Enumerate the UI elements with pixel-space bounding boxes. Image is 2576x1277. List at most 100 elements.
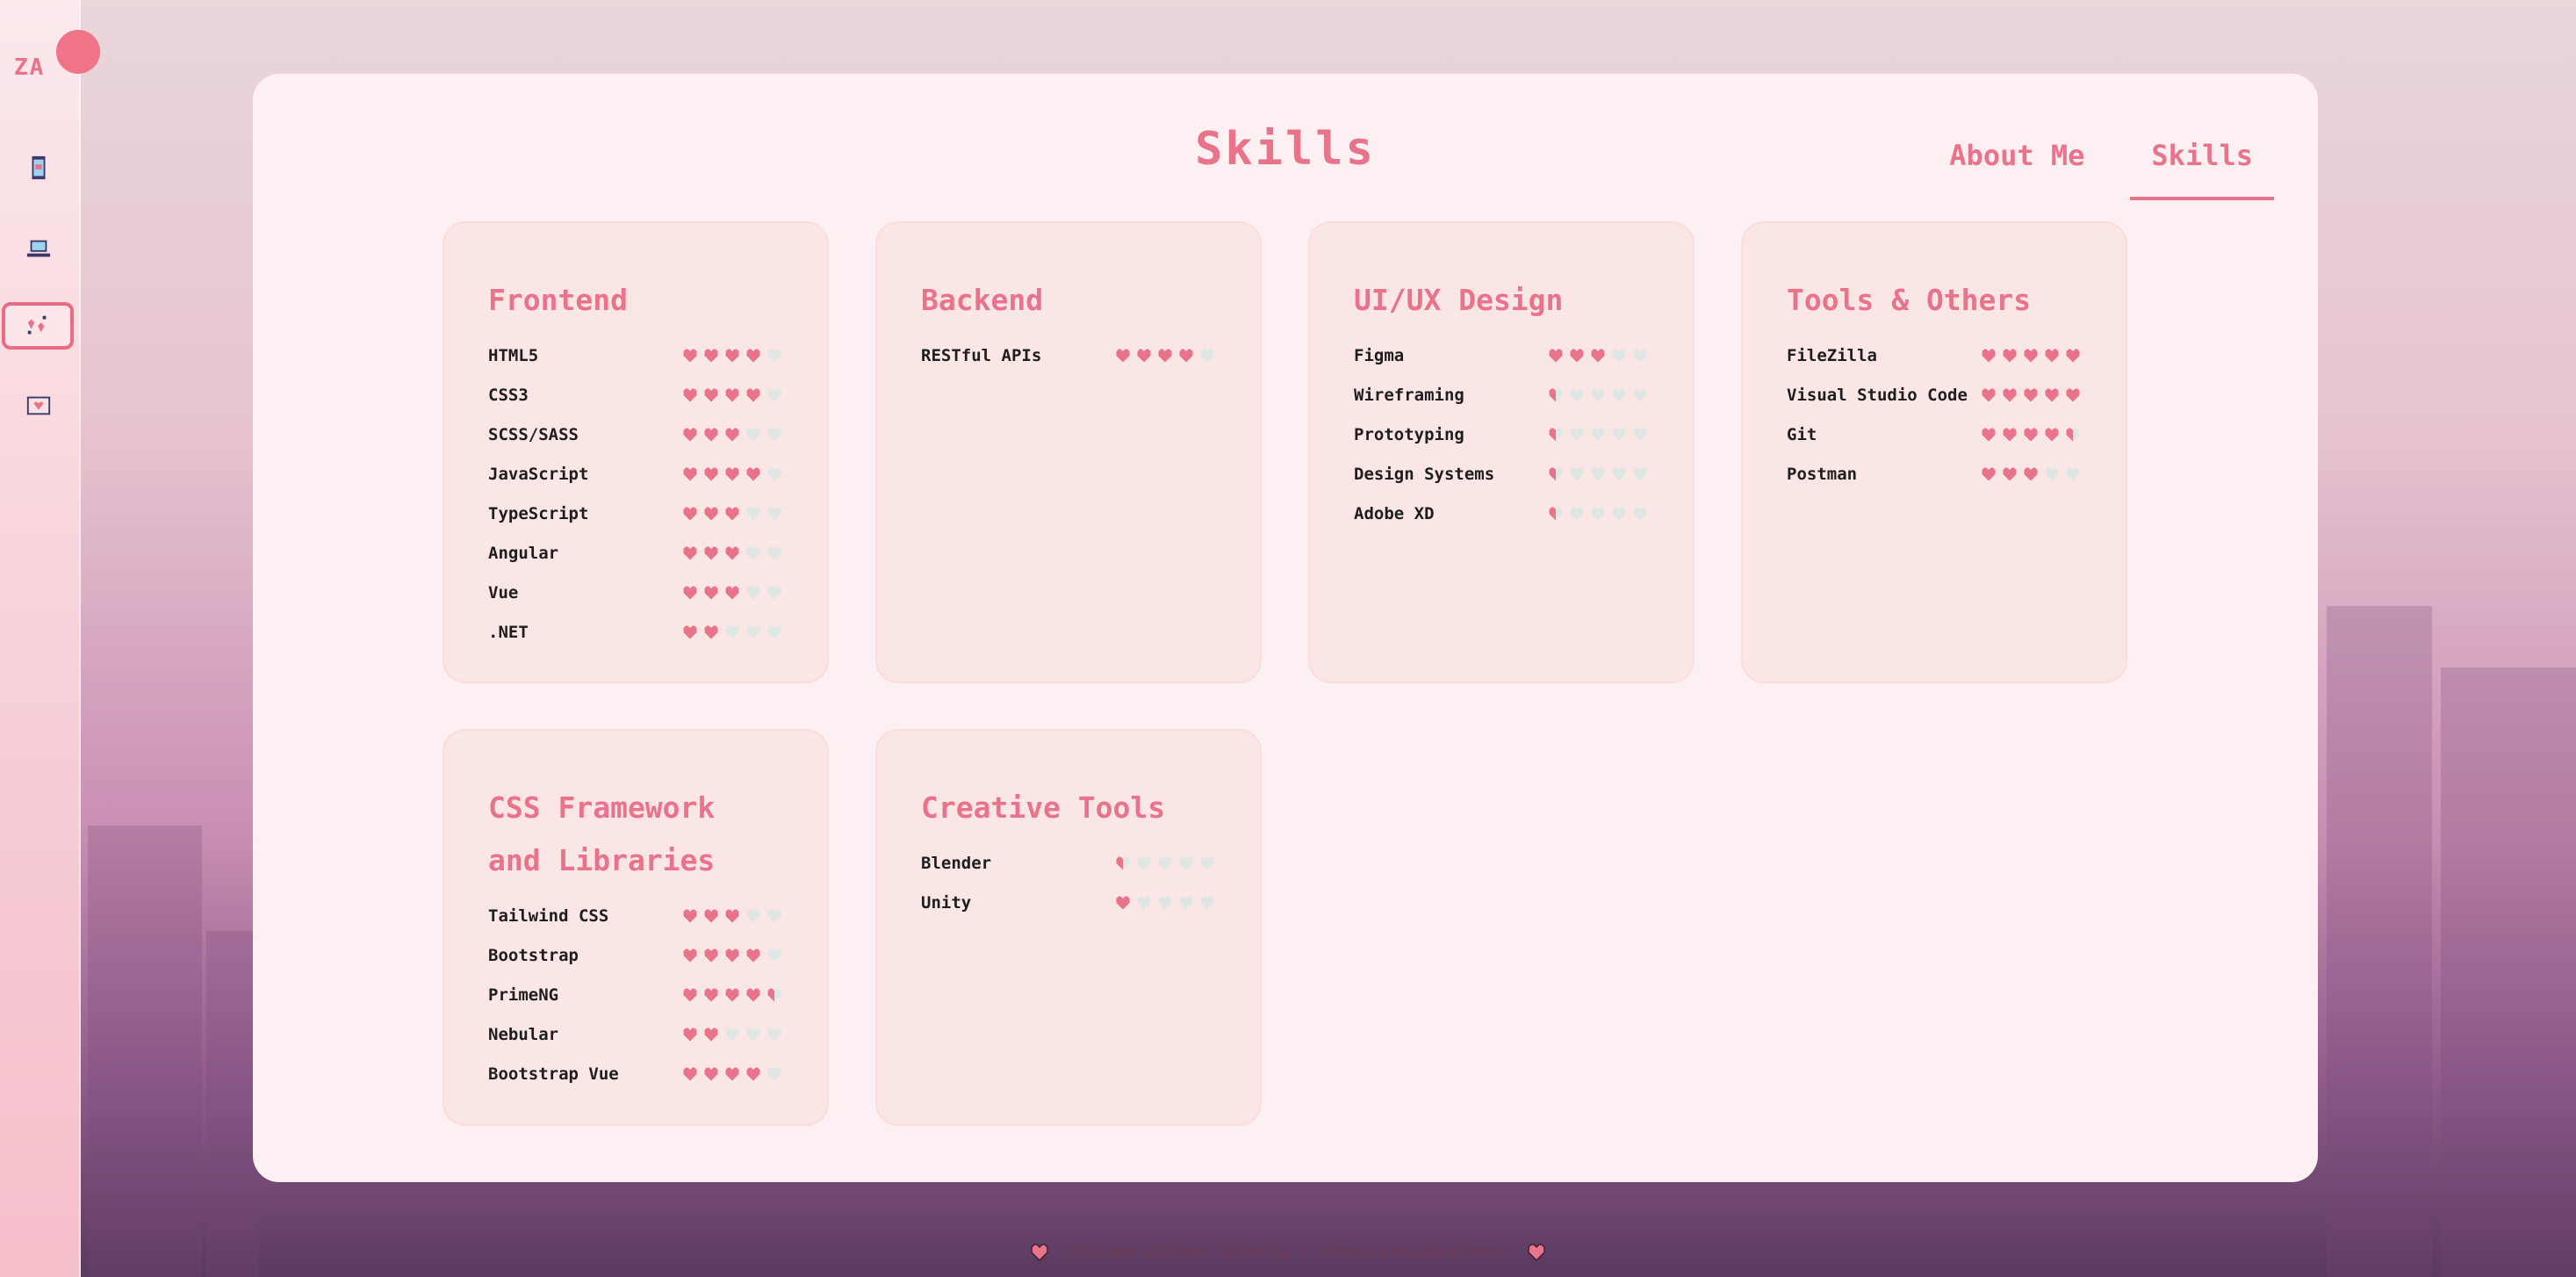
- skill-row: Visual Studio Code: [1787, 375, 2082, 415]
- heart-empty-icon: [767, 1028, 781, 1041]
- heart-empty-icon: [725, 625, 739, 638]
- skill-rating: [681, 1065, 783, 1083]
- heart-full-icon: [1116, 896, 1130, 909]
- skill-rating: [1114, 855, 1216, 872]
- heart-empty-icon: [1137, 856, 1151, 869]
- skill-rating: [1547, 465, 1649, 483]
- skill-rating: [681, 584, 783, 602]
- skill-name: PrimeNG: [488, 985, 559, 1005]
- skill-name: Design Systems: [1354, 464, 1495, 484]
- heart-full-icon: [704, 507, 718, 520]
- skill-name: Wireframing: [1354, 385, 1464, 405]
- heart-full-icon: [2003, 388, 2017, 401]
- heart-full-icon: [725, 988, 739, 1001]
- heart-full-icon: [2045, 428, 2059, 441]
- heart-empty-icon: [1633, 428, 1647, 441]
- logo[interactable]: ZA: [14, 54, 45, 81]
- skill-list: HTML5 CSS3 SCSS/SASS JavaScript TypeScript An…: [488, 335, 783, 652]
- heart-full-icon: [683, 586, 697, 599]
- heart-empty-icon: [1591, 388, 1605, 401]
- skill-row: Git: [1787, 415, 2082, 454]
- card-title: UI/UX Design: [1354, 283, 1564, 317]
- skill-name: Figma: [1354, 345, 1405, 365]
- heart-full-icon: [704, 388, 718, 401]
- logo-dot: [56, 30, 100, 74]
- heart-empty-icon: [767, 349, 781, 362]
- heart-full-icon: [683, 388, 697, 401]
- skill-row: Figma: [1354, 335, 1649, 375]
- skill-rating: [681, 465, 783, 483]
- skill-name: Blender: [921, 853, 992, 873]
- tab-about-me[interactable]: About Me: [1928, 132, 2105, 200]
- skill-rating: [1980, 347, 2082, 364]
- heart-empty-icon: [1200, 896, 1214, 909]
- skill-name: FileZilla: [1787, 345, 1877, 365]
- skill-row: Design Systems: [1354, 454, 1649, 494]
- card-title: Backend: [921, 283, 1044, 317]
- sidebar-item-skills[interactable]: [2, 302, 74, 350]
- heart-empty-icon: [1570, 467, 1584, 480]
- heart-empty-icon: [767, 586, 781, 599]
- skill-row: HTML5: [488, 335, 783, 375]
- heart-full-icon: [725, 909, 739, 922]
- skill-rating: [681, 386, 783, 404]
- heart-full-icon: [2024, 428, 2038, 441]
- card-title: Creative Tools: [921, 790, 1166, 825]
- heart-full-icon: [1982, 467, 1996, 480]
- background-building: [88, 826, 202, 1277]
- heart-empty-icon: [767, 546, 781, 559]
- heart-full-icon: [683, 546, 697, 559]
- heart-full-icon: [746, 988, 760, 1001]
- heart-empty-icon: [1179, 896, 1193, 909]
- skill-name: HTML5: [488, 345, 539, 365]
- skill-name: .NET: [488, 622, 529, 642]
- heart-full-icon: [2066, 349, 2080, 362]
- heart-empty-icon: [746, 625, 760, 638]
- heart-half-icon: [1549, 467, 1563, 480]
- heart-empty-icon: [1570, 388, 1584, 401]
- heart-full-icon: [683, 428, 697, 441]
- heart-empty-icon: [767, 467, 781, 480]
- skill-row: FileZilla: [1787, 335, 2082, 375]
- heart-full-icon: [725, 1067, 739, 1080]
- sparkle-hearts-icon: [27, 315, 47, 335]
- heart-full-icon: [704, 988, 718, 1001]
- heart-full-icon: [1179, 349, 1193, 362]
- heart-full-icon: [704, 909, 718, 922]
- nav-tabs: About Me Skills: [1903, 132, 2274, 200]
- skill-name: TypeScript: [488, 503, 589, 523]
- heart-empty-icon: [1591, 507, 1605, 520]
- tab-skills[interactable]: Skills: [2130, 132, 2274, 200]
- heart-empty-icon: [1200, 856, 1214, 869]
- heart-full-icon: [704, 1028, 718, 1041]
- skill-name: Angular: [488, 543, 559, 563]
- sidebar-item-laptop[interactable]: [7, 225, 70, 272]
- heart-empty-icon: [1137, 896, 1151, 909]
- heart-empty-icon: [1570, 507, 1584, 520]
- sidebar-item-phone[interactable]: [7, 144, 70, 191]
- heart-half-icon: [1116, 856, 1130, 869]
- skill-name: Unity: [921, 892, 972, 913]
- heart-full-icon: [2003, 349, 2017, 362]
- skill-name: Vue: [488, 582, 519, 602]
- heart-full-icon: [683, 1028, 697, 1041]
- heart-full-icon: [1116, 349, 1130, 362]
- skill-list: Tailwind CSS Bootstrap PrimeNG Nebular Boots…: [488, 896, 783, 1093]
- heart-full-icon: [725, 388, 739, 401]
- sidebar-item-contact[interactable]: [7, 381, 70, 429]
- heart-full-icon: [2045, 349, 2059, 362]
- phone-icon: [32, 155, 46, 180]
- skill-rating: [1547, 386, 1649, 404]
- skill-name: CSS3: [488, 385, 529, 405]
- heart-full-icon: [725, 349, 739, 362]
- skill-rating: [681, 426, 783, 444]
- heart-empty-icon: [746, 546, 760, 559]
- skill-rating: [1980, 465, 2082, 483]
- skill-rating: [681, 986, 783, 1004]
- heart-empty-icon: [1612, 349, 1626, 362]
- heart-empty-icon: [1158, 856, 1172, 869]
- heart-empty-icon: [1200, 349, 1214, 362]
- skill-name: Prototyping: [1354, 424, 1464, 444]
- heart-full-icon: [725, 428, 739, 441]
- heart-full-icon: [746, 1067, 760, 1080]
